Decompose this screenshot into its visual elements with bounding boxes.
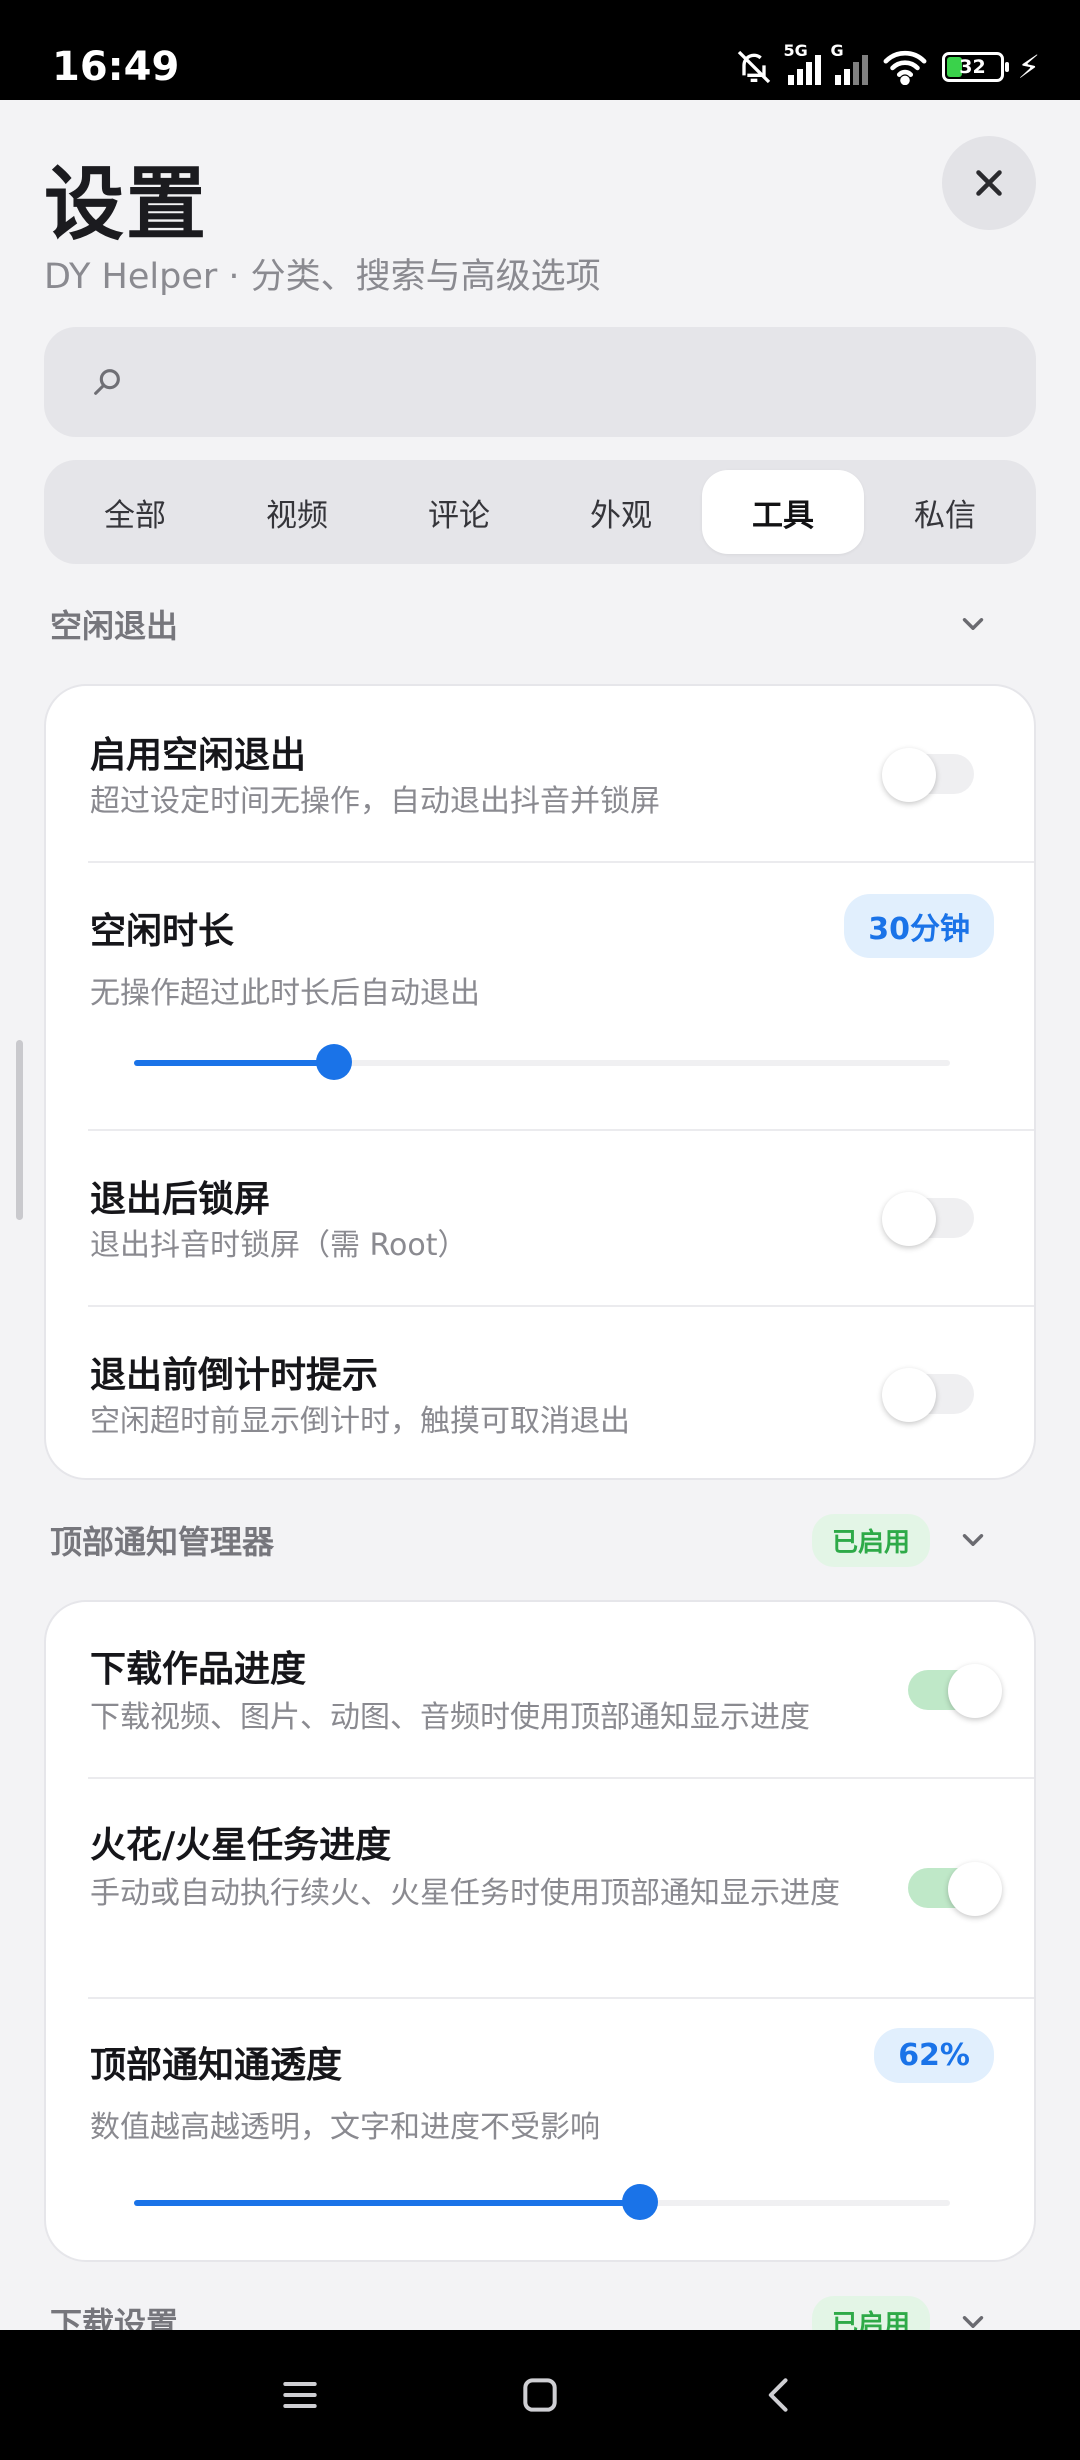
setting-title: 火花/火星任务进度 — [90, 1825, 392, 1866]
setting-row-idle-duration: 空闲时长 30分钟 无操作超过此时长后自动退出 — [46, 862, 1034, 1130]
setting-desc: 退出抖音时锁屏（需 Root） — [90, 1228, 468, 1263]
bell-muted-icon — [737, 50, 770, 84]
tab-appearance[interactable]: 外观 — [540, 470, 702, 554]
search-bar[interactable] — [44, 327, 1036, 437]
chevron-down-icon[interactable] — [956, 1523, 990, 1557]
slider-thumb[interactable] — [621, 2184, 658, 2220]
home-button[interactable] — [420, 2330, 660, 2460]
setting-title: 空闲时长 — [90, 911, 235, 952]
tab-tools[interactable]: 工具 — [702, 470, 864, 554]
scroll-indicator[interactable] — [16, 1040, 23, 1220]
setting-desc: 空闲超时前显示倒计时，触摸可取消退出 — [90, 1404, 630, 1439]
status-icons: 5G G 32 ⚡ — [734, 41, 1040, 92]
search-input[interactable] — [148, 361, 1002, 403]
setting-row-enable-idle-exit[interactable]: 启用空闲退出 超过设定时间无操作，自动退出抖音并锁屏 — [46, 686, 1034, 862]
setting-row-notification-opacity: 顶部通知通透度 62% 数值越高越透明，文字和进度不受影响 — [46, 1998, 1034, 2260]
close-icon — [976, 170, 1002, 196]
system-nav-bar — [0, 2330, 1080, 2460]
setting-row-countdown-hint[interactable]: 退出前倒计时提示 空闲超时前显示倒计时，触摸可取消退出 — [46, 1306, 1034, 1478]
tab-all[interactable]: 全部 — [54, 470, 216, 554]
idle-duration-slider[interactable] — [134, 1044, 950, 1080]
setting-title: 下载作品进度 — [90, 1649, 307, 1690]
setting-row-lock-after-exit[interactable]: 退出后锁屏 退出抖音时锁屏（需 Root） — [46, 1130, 1034, 1306]
status-time: 16:49 — [52, 44, 180, 90]
search-icon — [94, 369, 120, 395]
setting-title: 退出前倒计时提示 — [90, 1355, 379, 1396]
section-title: 空闲退出 — [50, 607, 179, 645]
setting-desc: 手动或自动执行续火、火星任务时使用顶部通知显示进度 — [90, 1876, 840, 1911]
tab-comments[interactable]: 评论 — [378, 470, 540, 554]
home-icon — [523, 2378, 557, 2412]
tab-messages[interactable]: 私信 — [864, 470, 1026, 554]
opacity-value: 62% — [874, 2028, 994, 2083]
lock-after-exit-toggle[interactable] — [882, 1192, 974, 1246]
back-icon — [768, 2378, 788, 2412]
setting-desc: 数值越高越透明，文字和进度不受影响 — [90, 2110, 600, 2145]
slider-thumb[interactable] — [315, 1044, 352, 1080]
charging-icon: ⚡ — [1017, 48, 1040, 86]
chevron-down-icon[interactable] — [956, 607, 990, 641]
back-button[interactable] — [660, 2330, 900, 2460]
setting-title: 启用空闲退出 — [90, 735, 307, 776]
opacity-slider[interactable] — [134, 2184, 950, 2220]
cell-signal-icon: 5G — [784, 41, 821, 85]
setting-desc: 无操作超过此时长后自动退出 — [90, 976, 480, 1011]
tab-video[interactable]: 视频 — [216, 470, 378, 554]
spark-progress-toggle[interactable] — [908, 1862, 1002, 1916]
page-title: 设置 — [44, 158, 208, 251]
countdown-hint-toggle[interactable] — [882, 1368, 974, 1422]
enabled-badge: 已启用 — [811, 1513, 930, 1567]
idle-exit-card: 启用空闲退出 超过设定时间无操作，自动退出抖音并锁屏 空闲时长 30分钟 无操作… — [44, 684, 1036, 1480]
section-header-top-notification[interactable]: 顶部通知管理器 已启用 — [50, 1510, 990, 1570]
menu-icon — [283, 2381, 317, 2409]
download-progress-toggle[interactable] — [908, 1664, 1002, 1718]
battery-icon: 32 — [941, 52, 1009, 82]
top-notification-card: 下载作品进度 下载视频、图片、动图、音频时使用顶部通知显示进度 火花/火星任务进… — [44, 1600, 1036, 2262]
category-tabs: 全部 视频 评论 外观 工具 私信 — [44, 460, 1036, 564]
setting-title: 顶部通知通透度 — [90, 2045, 343, 2086]
recents-button[interactable] — [180, 2330, 420, 2460]
setting-row-download-progress[interactable]: 下载作品进度 下载视频、图片、动图、音频时使用顶部通知显示进度 — [46, 1602, 1034, 1778]
setting-desc: 下载视频、图片、动图、音频时使用顶部通知显示进度 — [90, 1700, 810, 1735]
section-header-idle-exit[interactable]: 空闲退出 — [50, 594, 990, 654]
page-subtitle: DY Helper · 分类、搜索与高级选项 — [44, 257, 601, 297]
setting-row-spark-progress[interactable]: 火花/火星任务进度 手动或自动执行续火、火星任务时使用顶部通知显示进度 — [46, 1778, 1034, 1998]
idle-duration-value: 30分钟 — [844, 894, 994, 958]
cell-signal-2-icon: G — [831, 41, 868, 85]
setting-title: 退出后锁屏 — [90, 1179, 271, 1220]
enable-idle-exit-toggle[interactable] — [882, 748, 974, 802]
status-bar: 16:49 5G G 32 ⚡ — [0, 0, 1080, 100]
setting-desc: 超过设定时间无操作，自动退出抖音并锁屏 — [90, 784, 660, 819]
section-title: 顶部通知管理器 — [50, 1523, 275, 1561]
wifi-icon — [883, 50, 926, 85]
close-button[interactable] — [942, 136, 1036, 230]
